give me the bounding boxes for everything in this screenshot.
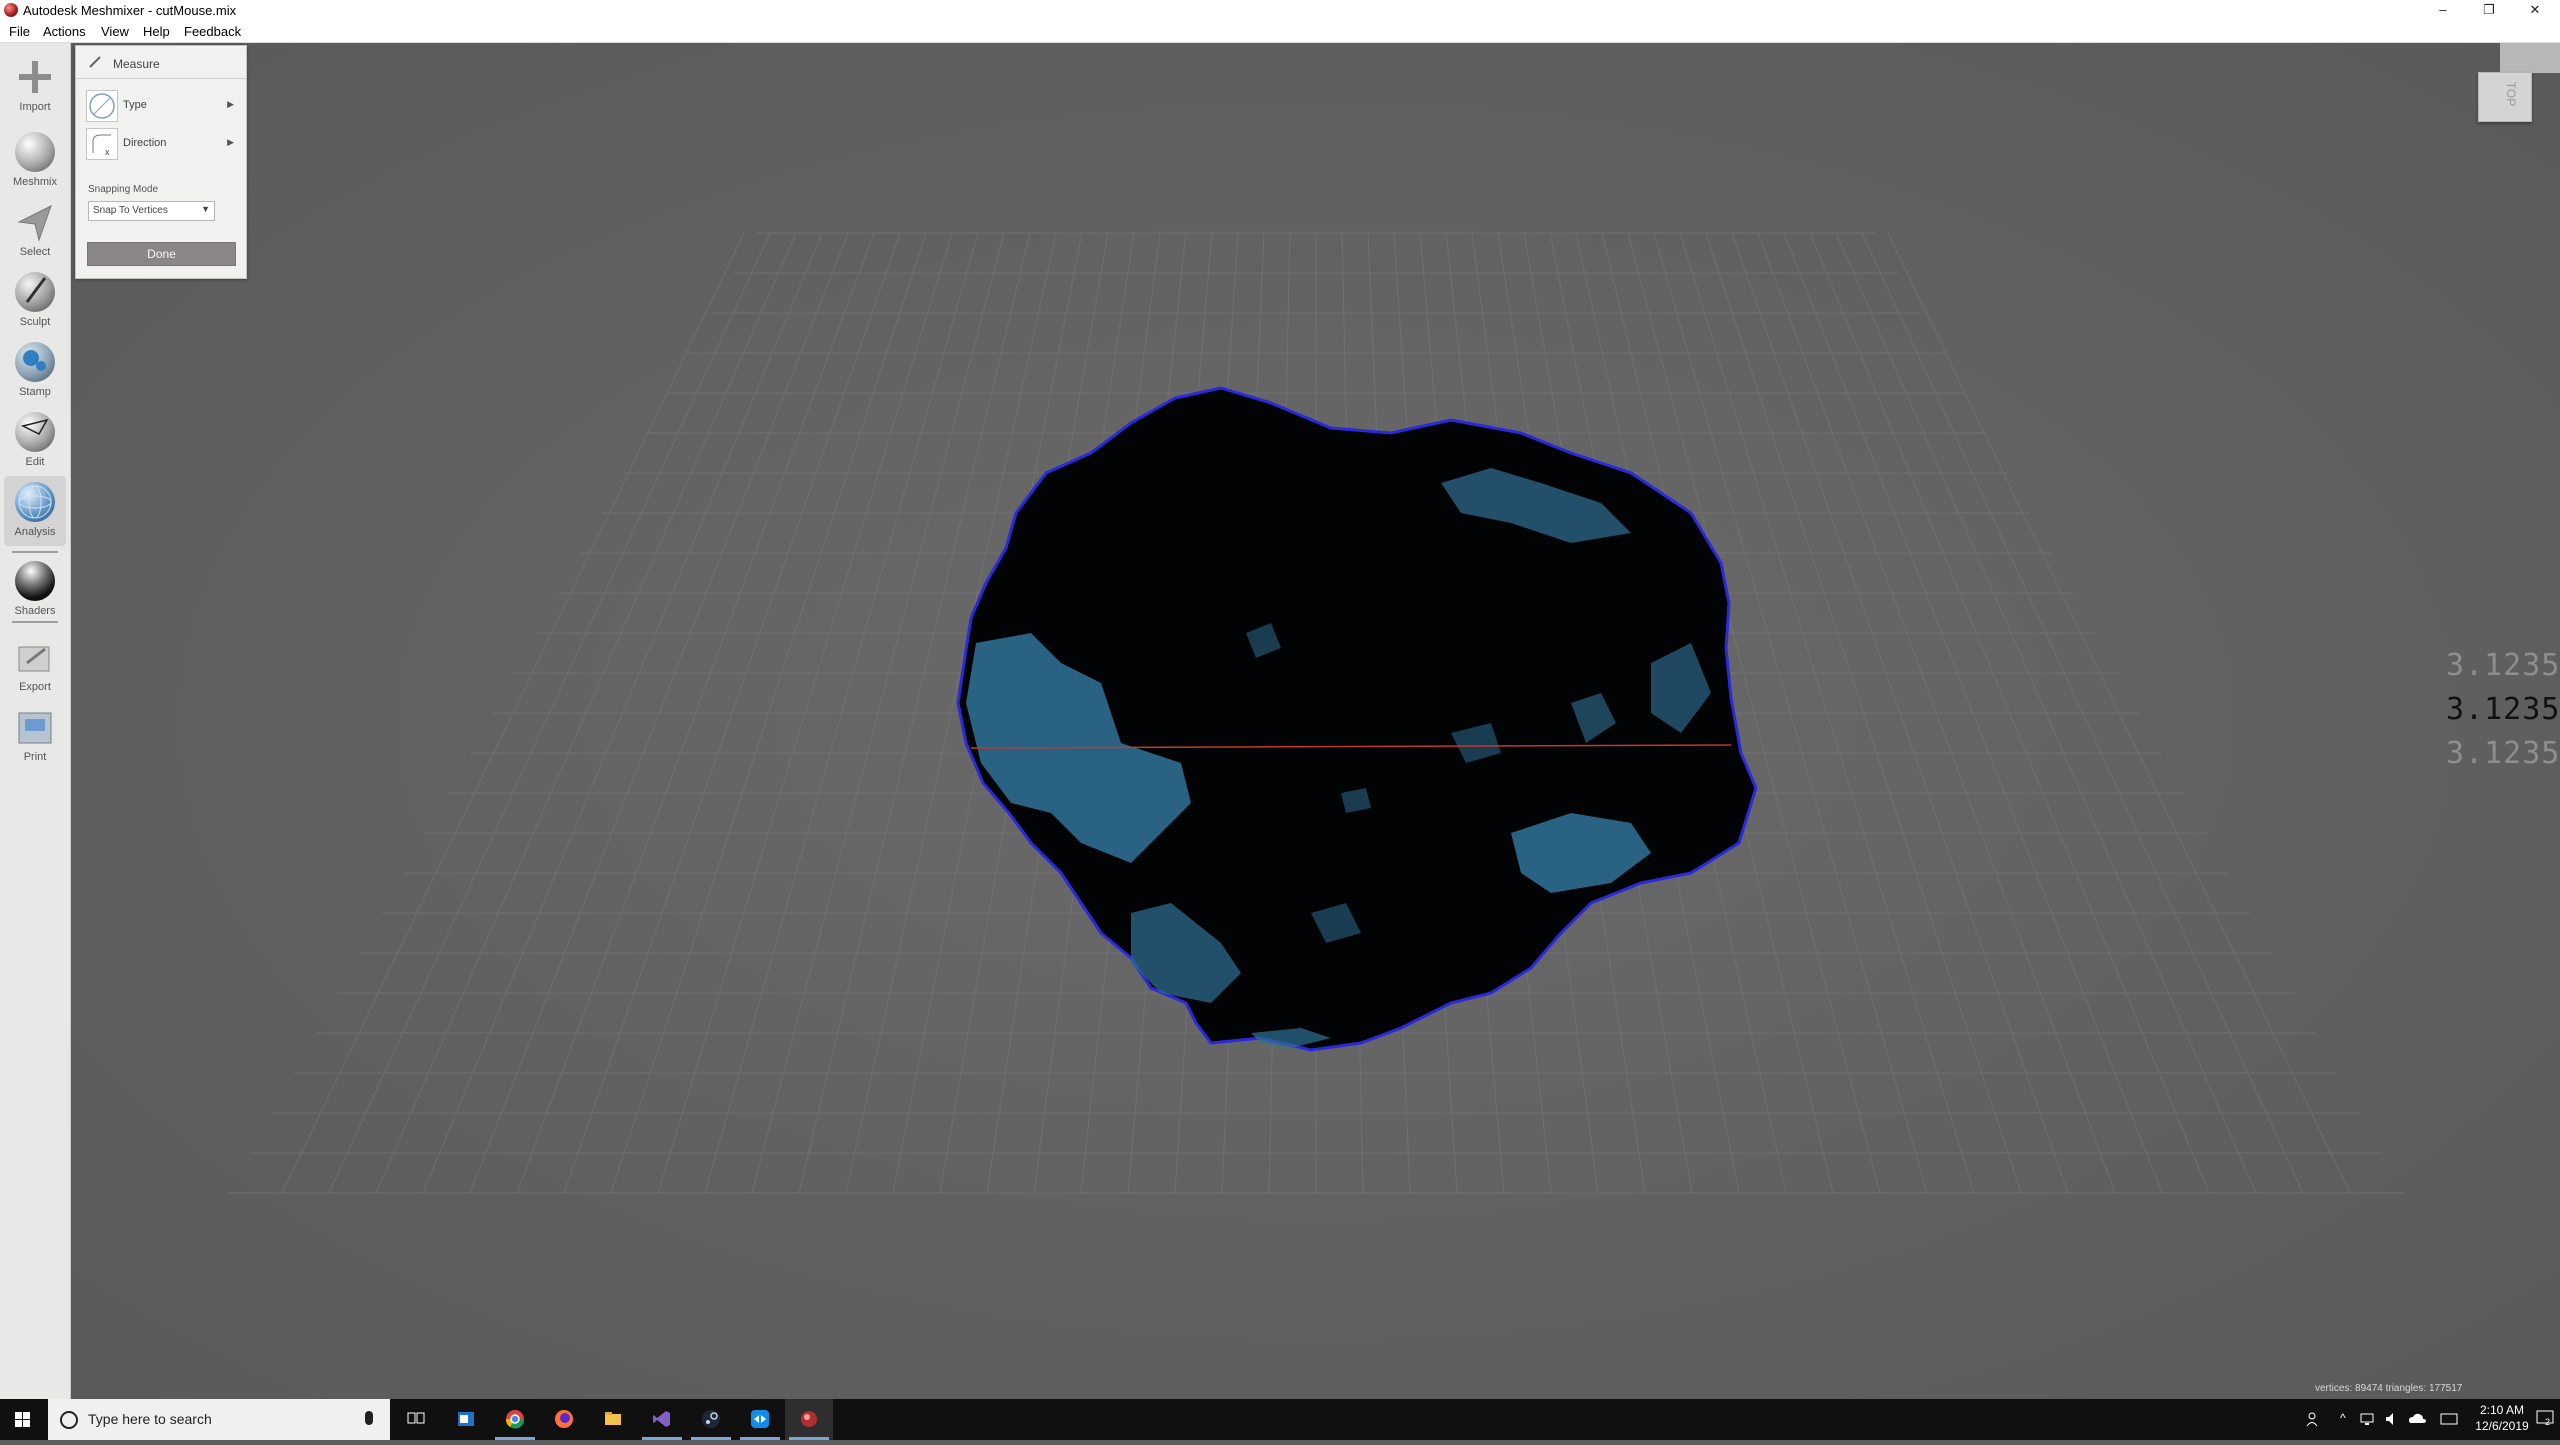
chevron-right-icon: ▶ — [227, 99, 234, 109]
measure-type-icon — [86, 90, 118, 122]
start-button[interactable] — [0, 1399, 46, 1440]
tool-sculpt[interactable]: Sculpt — [0, 266, 70, 336]
microphone-icon[interactable] — [365, 1411, 373, 1425]
maximize-button[interactable]: ❐ — [2466, 0, 2512, 20]
analysis-icon — [15, 482, 55, 522]
toolbar-divider — [12, 551, 58, 553]
menu-feedback[interactable]: Feedback — [184, 24, 241, 39]
grid-and-mesh — [228, 232, 2404, 1194]
measurement-value: 3.12352 — [2446, 648, 2560, 683]
chevron-right-icon: ▶ — [227, 137, 234, 147]
panel-header: Measure — [76, 46, 246, 79]
mesh-stats: vertices: 89474 triangles: 177517 — [2315, 1383, 2463, 1394]
snapping-mode-select[interactable]: Snap To Vertices ▼ — [88, 201, 215, 221]
tool-shaders[interactable]: Shaders — [0, 555, 70, 625]
clock-time: 2:10 AM — [2479, 1403, 2525, 1417]
taskbar-app-steam[interactable] — [687, 1399, 735, 1440]
minimize-button[interactable]: – — [2420, 0, 2466, 20]
windows-taskbar: Type here to search ^ 2:10 AM 12/6/2019 … — [0, 1399, 2560, 1440]
sculpt-brush-icon — [15, 272, 55, 312]
title-bar: Autodesk Meshmixer - cutMouse.mix – ❐ ✕ — [0, 0, 2560, 20]
volume-icon[interactable] — [2384, 1411, 2400, 1427]
tool-print[interactable]: Print — [0, 701, 70, 771]
shaders-icon — [15, 561, 55, 601]
viewcube-face-label: TOP — [2504, 81, 2519, 107]
tool-edit[interactable]: Edit — [0, 406, 70, 476]
measure-direction-icon: x — [86, 128, 118, 160]
tool-import[interactable]: Import — [0, 51, 70, 121]
notifications-button[interactable]: 2 — [2536, 1409, 2554, 1427]
mesh-model — [956, 386, 1758, 1052]
type-label: Type — [123, 99, 147, 111]
folder-icon — [605, 1412, 621, 1425]
teamviewer-icon — [751, 1410, 769, 1428]
onedrive-icon[interactable] — [2408, 1411, 2426, 1427]
meshmix-icon — [15, 132, 55, 172]
visual-studio-icon — [653, 1411, 670, 1427]
task-view-button[interactable] — [392, 1399, 440, 1440]
people-icon[interactable] — [2306, 1411, 2322, 1427]
clock-date: 12/6/2019 — [2475, 1419, 2529, 1433]
stamp-icon — [15, 342, 55, 382]
direction-row[interactable]: x Direction ▶ — [86, 127, 236, 160]
3d-viewport[interactable] — [71, 43, 2560, 1399]
taskbar-app-outlook[interactable] — [442, 1399, 490, 1440]
menu-help[interactable]: Help — [143, 24, 170, 39]
search-placeholder: Type here to search — [88, 1411, 212, 1427]
meshmixer-icon — [801, 1411, 817, 1427]
close-button[interactable]: ✕ — [2512, 0, 2558, 20]
direction-label: Direction — [123, 137, 167, 149]
taskbar-app-visual-studio[interactable] — [638, 1399, 686, 1440]
plus-icon — [15, 57, 55, 97]
menu-actions[interactable]: Actions — [43, 24, 86, 39]
window-title: Autodesk Meshmixer - cutMouse.mix — [23, 3, 237, 18]
done-button[interactable]: Done — [87, 242, 236, 266]
measurement-value: 3.12352 — [2446, 736, 2560, 771]
toolbar-divider — [12, 621, 58, 623]
select-arrow-icon — [15, 202, 55, 242]
network-icon[interactable] — [2360, 1411, 2376, 1427]
tool-stamp[interactable]: Stamp — [0, 336, 70, 406]
tool-select[interactable]: Select — [0, 196, 70, 266]
taskbar-search[interactable]: Type here to search — [48, 1399, 390, 1440]
task-view-icon — [407, 1412, 425, 1424]
viewcube[interactable]: TOP — [2478, 72, 2532, 122]
pencil-icon — [88, 55, 102, 69]
edit-icon — [15, 412, 55, 452]
measurement-value: 3.12352 — [2446, 692, 2560, 727]
notification-count: 2 — [2545, 1417, 2551, 1427]
menu-bar: File Actions View Help Feedback — [0, 20, 2560, 43]
outlook-icon — [458, 1412, 474, 1426]
taskbar-app-chrome[interactable] — [491, 1399, 539, 1440]
windows-logo-icon — [15, 1412, 30, 1427]
firefox-icon — [555, 1410, 573, 1428]
tool-meshmix[interactable]: Meshmix — [0, 126, 70, 196]
tool-analysis[interactable]: Analysis — [4, 476, 66, 546]
snapping-mode-label: Snapping Mode — [88, 184, 159, 195]
type-row[interactable]: Type ▶ — [86, 89, 236, 122]
taskbar-app-firefox[interactable] — [540, 1399, 588, 1440]
taskbar-app-teamviewer[interactable] — [736, 1399, 784, 1440]
steam-icon — [702, 1410, 720, 1428]
chevron-up-icon[interactable]: ^ — [2340, 1411, 2346, 1425]
tool-export[interactable]: Export — [0, 631, 70, 701]
search-icon — [60, 1411, 78, 1429]
system-tray: ^ 2:10 AM 12/6/2019 2 — [2300, 1399, 2560, 1440]
menu-view[interactable]: View — [101, 24, 129, 39]
taskbar-app-meshmixer[interactable] — [785, 1399, 833, 1440]
chrome-icon — [505, 1410, 525, 1429]
measure-panel: Measure Type ▶ x Direction ▶ Snapping Mo… — [75, 45, 247, 279]
svg-text:x: x — [105, 147, 110, 157]
print-icon — [15, 707, 55, 747]
panel-title: Measure — [113, 57, 160, 71]
menu-file[interactable]: File — [9, 24, 30, 39]
left-toolbar: Import Meshmix Select Sculpt Stamp Edit … — [0, 43, 71, 1399]
meshmixer-app-icon — [4, 3, 18, 17]
taskbar-clock[interactable]: 2:10 AM 12/6/2019 — [2474, 1402, 2530, 1434]
taskbar-app-file-explorer[interactable] — [589, 1399, 637, 1440]
viewcube-background — [2500, 43, 2560, 73]
keyboard-icon[interactable] — [2440, 1411, 2458, 1427]
export-icon — [15, 637, 55, 677]
chevron-down-icon: ▼ — [201, 204, 210, 214]
